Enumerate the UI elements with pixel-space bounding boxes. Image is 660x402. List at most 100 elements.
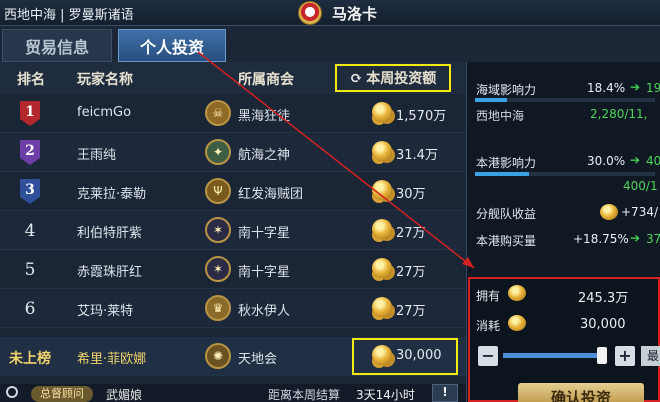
gold-coins-icon — [508, 285, 526, 301]
gold-coins-icon — [372, 102, 392, 122]
port-influence-bar — [475, 172, 655, 176]
guild-name: 南十字星 — [238, 226, 291, 241]
cost-value: 30,000 — [580, 317, 626, 332]
cost-label: 消耗 — [476, 319, 501, 333]
sea-influence-value: 18.4% — [587, 81, 626, 95]
investment-box: 拥有 245.3万 消耗 30,000 − + 最 确认投资 — [468, 277, 660, 402]
my-ranking-row[interactable]: 未上榜 希里·菲欧娜 ✺ 天地会 30,000 — [0, 337, 466, 376]
table-row[interactable]: 6 艾玛·莱特 ♛ 秋水伊人 27万 — [0, 289, 466, 328]
arrow-right-icon: ➔ — [630, 231, 641, 245]
port-purchase-next: 37 — [646, 232, 660, 246]
gold-coins-icon — [372, 141, 392, 161]
investment-amount: 30,000 — [396, 348, 442, 363]
max-button[interactable]: 最 — [641, 346, 660, 366]
refresh-icon: ⟳ — [349, 69, 363, 87]
arrow-right-icon: ➔ — [630, 153, 641, 167]
col-player: 玩家名称 — [77, 72, 133, 88]
rank-number: 4 — [24, 221, 36, 241]
city-title: 马洛卡 — [298, 0, 377, 26]
col-guild: 所属商会 — [238, 72, 294, 88]
info-button[interactable]: ! — [432, 384, 458, 402]
region-label: 西地中海 | 罗曼斯诸语 — [4, 8, 134, 23]
increase-button[interactable]: + — [615, 346, 635, 366]
player-name: 艾玛·莱特 — [77, 304, 134, 319]
table-row[interactable]: 2 王雨纯 ✦ 航海之神 31.4万 — [0, 133, 466, 172]
settlement-label: 距离本周结算 — [268, 388, 341, 402]
sea-influence-label: 海域影响力 — [476, 83, 537, 97]
region-influence-label: 西地中海 — [476, 109, 525, 123]
confirm-investment-button[interactable]: 确认投资 — [518, 383, 644, 402]
city-name: 马洛卡 — [332, 4, 378, 23]
investment-amount: 27万 — [396, 265, 426, 280]
crown-crest-icon: ♛ — [205, 295, 231, 321]
advisor-name: 武媚娘 — [106, 388, 143, 402]
col-rank: 排名 — [17, 72, 45, 88]
port-purchase-label: 本港购买量 — [476, 234, 537, 248]
gold-coins-icon — [372, 219, 392, 239]
arrow-right-icon: ➔ — [630, 80, 641, 94]
investment-ranking-table: 排名 玩家名称 所属商会 ⟳ 本周投资额 1 feicmGo ☠ 黑海狂徒 1,… — [0, 62, 466, 402]
table-row[interactable]: 1 feicmGo ☠ 黑海狂徒 1,570万 — [0, 94, 466, 133]
rank-badge-icon: 3 — [20, 179, 40, 204]
compass-crest-icon: ✦ — [205, 139, 231, 165]
port-influence-progress: 400/1 — [623, 179, 658, 193]
gold-coins-icon — [372, 297, 392, 317]
advisor-badge: 总督顾问 — [31, 386, 93, 402]
table-header: 排名 玩家名称 所属商会 ⟳ 本周投资额 — [0, 62, 466, 94]
city-emblem-icon — [298, 1, 322, 25]
port-purchase-value: +18.75% — [573, 232, 629, 246]
sun-crest-icon: ✺ — [205, 343, 231, 369]
fleet-income-value: +734/ — [621, 205, 659, 219]
player-name: 赤霞珠肝红 — [77, 265, 143, 280]
table-row[interactable]: 5 赤霞珠肝红 ✶ 南十字星 27万 — [0, 250, 466, 289]
bottom-bar: 总督顾问 武媚娘 距离本周结算 3天14小时 ! — [0, 384, 466, 402]
star-crest-icon: ✶ — [205, 256, 231, 282]
player-name: 利伯特肝紫 — [77, 226, 143, 241]
player-name: 王雨纯 — [77, 148, 117, 163]
col-weekly-investment-button[interactable]: ⟳ 本周投资额 — [335, 64, 451, 92]
table-row[interactable]: 3 克莱拉·泰勒 Ψ 红发海贼团 30万 — [0, 172, 466, 211]
guild-name: 天地会 — [238, 352, 278, 367]
gold-coins-icon — [372, 258, 392, 278]
decrease-button[interactable]: − — [478, 346, 498, 366]
tab-personal-investment[interactable]: 个人投资 — [118, 29, 226, 62]
influence-panel: 海域影响力 18.4% ➔ 19 西地中海 2,280/11, 本港影响力 30… — [466, 62, 660, 402]
port-influence-next: 40 — [646, 154, 660, 168]
table-row[interactable]: 4 利伯特肝紫 ✶ 南十字星 27万 — [0, 211, 466, 250]
guild-name: 黑海狂徒 — [238, 109, 291, 124]
star-crest-icon: ✶ — [205, 217, 231, 243]
col-weekly-label: 本周投资额 — [366, 71, 437, 87]
port-influence-label: 本港影响力 — [476, 156, 537, 170]
guild-name: 航海之神 — [238, 148, 291, 163]
player-name: 希里·菲欧娜 — [77, 352, 147, 367]
skull-crest-icon: ☠ — [205, 100, 231, 126]
gold-coins-icon — [372, 345, 392, 365]
gold-coins-icon — [600, 204, 618, 220]
owned-label: 拥有 — [476, 289, 501, 303]
slider-thumb[interactable] — [596, 347, 607, 364]
sea-influence-bar — [475, 98, 655, 102]
rank-badge-icon: 2 — [20, 140, 40, 165]
guild-name: 秋水伊人 — [238, 304, 291, 319]
player-name: 克莱拉·泰勒 — [77, 187, 147, 202]
unranked-label: 未上榜 — [9, 351, 51, 367]
player-name: feicmGo — [77, 105, 132, 120]
investment-slider[interactable] — [503, 353, 607, 358]
gold-coins-icon — [508, 315, 526, 331]
region-influence-value: 2,280/11, — [590, 107, 648, 121]
top-bar: 西地中海 | 罗曼斯诸语 马洛卡 — [0, 0, 660, 26]
search-icon[interactable] — [6, 386, 18, 398]
gold-coins-icon — [372, 180, 392, 200]
investment-amount: 30万 — [396, 187, 426, 202]
sea-influence-next: 19 — [646, 81, 660, 95]
investment-amount: 1,570万 — [396, 109, 447, 124]
investment-amount: 31.4万 — [396, 148, 438, 163]
fleet-income-label: 分舰队收益 — [476, 207, 537, 221]
rank-number: 6 — [24, 299, 36, 319]
rank-badge-icon: 1 — [20, 101, 40, 126]
tab-trade-info[interactable]: 贸易信息 — [2, 29, 112, 62]
port-influence-value: 30.0% — [587, 154, 626, 168]
settlement-time: 3天14小时 — [356, 388, 415, 402]
guild-name: 红发海贼团 — [238, 187, 304, 202]
investment-amount: 27万 — [396, 226, 426, 241]
